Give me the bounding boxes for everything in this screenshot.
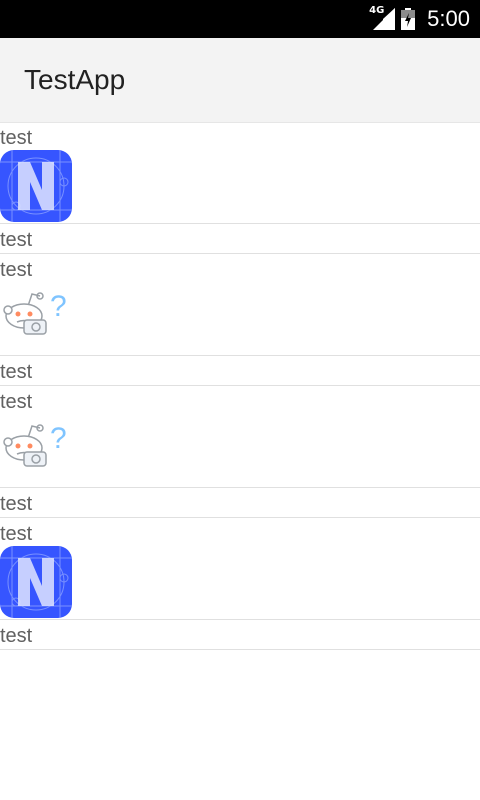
battery-icon xyxy=(401,8,416,30)
network-type-label: 4G xyxy=(369,5,385,16)
status-icons: 4G 5:00 xyxy=(369,5,470,32)
list-item-top-text: test xyxy=(0,391,33,413)
svg-text:?: ? xyxy=(50,422,67,455)
status-bar: 4G 5:00 xyxy=(0,0,480,38)
list-item[interactable]: test test xyxy=(0,122,480,254)
list-item-bottom-text: test xyxy=(0,493,33,515)
signal-icon: 4G xyxy=(369,5,396,30)
divider xyxy=(0,487,480,488)
list-item-bottom-text: test xyxy=(0,361,33,383)
list-item[interactable]: test ? test xyxy=(0,386,480,518)
list-item-top-text: test xyxy=(0,127,33,149)
divider xyxy=(0,619,480,620)
list-item[interactable]: test test xyxy=(0,518,480,650)
list-item-top-text: test xyxy=(0,259,33,281)
divider xyxy=(0,355,480,356)
divider xyxy=(0,223,480,224)
nativescript-logo-icon xyxy=(0,546,72,620)
list-view[interactable]: test test test ? test test ? test test t… xyxy=(0,122,480,650)
list-item[interactable]: test ? test xyxy=(0,254,480,386)
list-item-bottom-text: test xyxy=(0,229,33,251)
reddit-alien-question-icon: ? xyxy=(0,282,72,356)
app-title: TestApp xyxy=(24,64,126,95)
svg-text:?: ? xyxy=(50,290,67,323)
list-item-top-text: test xyxy=(0,523,33,545)
status-time: 5:00 xyxy=(427,6,470,31)
reddit-alien-question-icon: ? xyxy=(0,414,72,488)
list-item-bottom-text: test xyxy=(0,625,33,647)
nativescript-logo-icon xyxy=(0,150,72,224)
action-bar: TestApp xyxy=(0,38,480,122)
